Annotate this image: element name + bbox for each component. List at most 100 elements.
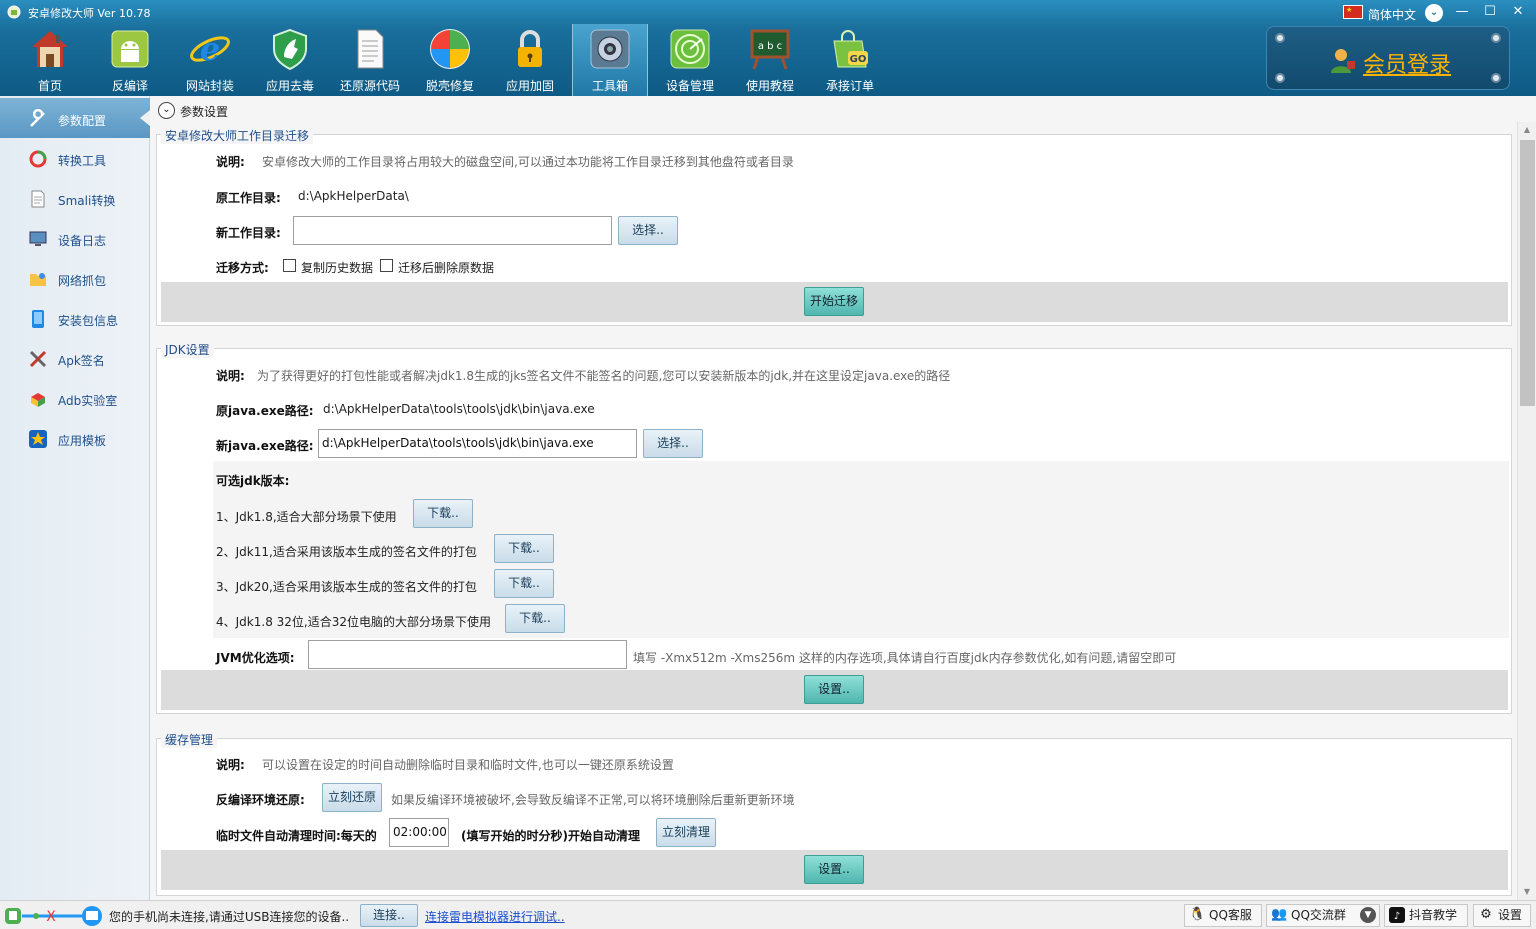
jdk-versions-panel: 可选jdk版本: 1、Jdk1.8,适合大部分场景下使用 下载.. 2、Jdk1…: [213, 461, 1509, 638]
connection-diagram-icon: X: [4, 906, 104, 929]
maximize-button[interactable]: ☐: [1477, 2, 1503, 22]
toolbar-orders-button[interactable]: GO 承接订单: [812, 24, 888, 96]
lock-icon: [508, 27, 552, 71]
sidebar-item-smali[interactable]: Smali转换: [0, 178, 150, 218]
download-jdk20-button[interactable]: 下载..: [494, 569, 554, 598]
douyin-icon: ♪: [1389, 907, 1405, 923]
sidebar-item-device-log[interactable]: 设备日志: [0, 218, 150, 258]
status-bar: X 您的手机尚未连接,请通过USB连接您的设备.. 连接.. 连接雷电模拟器进行…: [0, 900, 1536, 929]
toolbar-toolbox-button[interactable]: 工具箱: [572, 24, 648, 96]
svg-text:GO: GO: [850, 54, 867, 65]
sidebar-item-label: 应用模板: [58, 434, 107, 448]
copy-history-checkbox[interactable]: [283, 259, 296, 272]
qq-group-button[interactable]: 👥 QQ交流群 ▼: [1266, 904, 1380, 927]
toolbar-web-wrap-button[interactable]: e 网站封装: [172, 24, 248, 96]
qq-service-button[interactable]: 🐧 QQ客服: [1184, 904, 1262, 927]
group-legend: JDK设置: [161, 341, 214, 358]
desc-text: 可以设置在设定的时间自动删除临时目录和临时文件,也可以一键还原系统设置: [262, 758, 674, 772]
sidebar-item-label: 转换工具: [58, 154, 107, 168]
jvm-label: JVM优化选项:: [216, 651, 295, 665]
sidebar-item-app-template[interactable]: 应用模板: [0, 418, 150, 458]
gear-icon: ⚙: [1480, 907, 1492, 922]
douyin-button[interactable]: ♪ 抖音教学: [1384, 904, 1468, 927]
start-migrate-button[interactable]: 开始迁移: [804, 287, 864, 316]
toolbar-home-button[interactable]: 首页: [12, 24, 88, 96]
toolbar-label: 脱壳修复: [425, 79, 474, 93]
go-bag-icon: GO: [828, 27, 872, 71]
member-login-panel[interactable]: 会员登录: [1266, 26, 1510, 90]
sidebar-item-convert[interactable]: 转换工具: [0, 138, 150, 178]
sidebar-item-package-info[interactable]: 安装包信息: [0, 298, 150, 338]
jdk-set-button[interactable]: 设置..: [804, 675, 864, 704]
restore-now-button[interactable]: 立刻还原: [322, 783, 382, 812]
member-login-link[interactable]: 会员登录: [1363, 47, 1451, 79]
restore-hint: 如果反编译环境被破坏,会导致反编译不正常,可以将环境删除后重新更新环境: [391, 793, 795, 807]
toolbar-decompile-button[interactable]: 反编译: [92, 24, 168, 96]
connect-button[interactable]: 连接..: [360, 904, 418, 927]
toolbar-device-button[interactable]: 设备管理: [652, 24, 728, 96]
sidebar-item-apk-sign[interactable]: Apk签名: [0, 338, 150, 378]
toolbar-label: 首页: [37, 79, 62, 93]
vertical-scrollbar[interactable]: ▲ ▼: [1517, 122, 1536, 900]
sidebar-item-adb-lab[interactable]: Adb实验室: [0, 378, 150, 418]
language-select[interactable]: 简体中文: [1368, 6, 1416, 23]
emulator-link[interactable]: 连接雷电模拟器进行调试..: [425, 908, 565, 925]
clean-hint: (填写开始的时分秒)开始自动清理: [461, 829, 640, 843]
collapse-chevron-icon[interactable]: ⌄: [158, 102, 175, 119]
settings-label: 设置: [1498, 908, 1523, 922]
sidebar-item-capture[interactable]: 网络抓包: [0, 258, 150, 298]
minimize-button[interactable]: —: [1449, 2, 1475, 22]
toolbar-antivirus-button[interactable]: 应用去毒: [252, 24, 328, 96]
jvm-options-input[interactable]: [308, 640, 627, 669]
connection-status-text: 您的手机尚未连接,请通过USB连接您的设备..: [109, 910, 350, 924]
toolbar-label: 网站封装: [185, 79, 234, 93]
toolbar-label: 承接订单: [825, 79, 874, 93]
section-title: 参数设置: [180, 105, 229, 119]
clean-time-input[interactable]: 02:00:00: [389, 818, 449, 847]
copy-history-label: 复制历史数据: [301, 261, 374, 275]
desc-label: 说明:: [216, 369, 245, 383]
sidebar: 参数配置 转换工具 Smali转换 设备日志 网络抓包 安装包信息 Apk签名 …: [0, 96, 150, 900]
toolbox-icon: [588, 27, 632, 71]
scroll-down-icon[interactable]: ▼: [1518, 884, 1536, 900]
tools-icon: [28, 349, 48, 369]
delete-original-checkbox[interactable]: [380, 259, 393, 272]
clean-now-button[interactable]: 立刻清理: [656, 818, 716, 847]
cache-group: 缓存管理 说明: 可以设置在设定的时间自动删除临时目录和临时文件,也可以一键还原…: [156, 731, 1512, 896]
download-jdk18-button[interactable]: 下载..: [413, 499, 473, 528]
svg-text:♪: ♪: [1394, 911, 1400, 922]
choose-dir-button[interactable]: 选择..: [618, 216, 678, 245]
toolbar-harden-button[interactable]: 应用加固: [492, 24, 568, 96]
settings-button[interactable]: ⚙ 设置: [1473, 904, 1531, 927]
download-jdk18-32-button[interactable]: 下载..: [505, 604, 565, 633]
new-java-label: 新java.exe路径:: [216, 439, 314, 453]
cache-set-button[interactable]: 设置..: [804, 855, 864, 884]
toolbar-label: 应用加固: [505, 79, 554, 93]
old-dir-label: 原工作目录:: [216, 191, 281, 205]
svg-text:e: e: [200, 30, 220, 68]
toolbar-label: 使用教程: [745, 79, 794, 93]
scroll-up-icon[interactable]: ▲: [1518, 122, 1536, 138]
windows-icon: [428, 27, 472, 71]
toolbar-tutorial-button[interactable]: a b c 使用教程: [732, 24, 808, 96]
chevron-down-icon[interactable]: ⌄: [1425, 4, 1443, 22]
new-dir-input[interactable]: [293, 216, 612, 245]
title-bar: 安卓修改大师 Ver 10.78 简体中文 ⌄ — ☐ ✕: [0, 0, 1536, 24]
new-java-input[interactable]: d:\ApkHelperData\tools\tools\jdk\bin\jav…: [318, 429, 637, 458]
sidebar-item-params[interactable]: 参数配置: [0, 98, 150, 138]
toolbar-source-button[interactable]: 还原源代码: [332, 24, 408, 96]
jdk-group: JDK设置 说明: 为了获得更好的打包性能或者解决jdk1.8生成的jks签名文…: [156, 341, 1512, 714]
close-button[interactable]: ✕: [1505, 2, 1531, 22]
toolbar-unpack-button[interactable]: 脱壳修复: [412, 24, 488, 96]
download-jdk11-button[interactable]: 下载..: [494, 534, 554, 563]
file-icon: [28, 189, 48, 209]
qq-service-label: QQ客服: [1209, 908, 1252, 922]
desc-text: 安卓修改大师的工作目录将占用较大的磁盘空间,可以通过本功能将工作目录迁移到其他盘…: [262, 155, 794, 169]
choose-java-button[interactable]: 选择..: [643, 429, 703, 458]
scroll-thumb[interactable]: [1520, 140, 1535, 406]
sidebar-item-label: 设备日志: [58, 234, 107, 248]
jdk-version-text: 2、Jdk11,适合采用该版本生成的签名文件的打包: [216, 545, 477, 559]
window-title: 安卓修改大师 Ver 10.78: [28, 7, 151, 20]
chevron-down-icon[interactable]: ▼: [1360, 907, 1376, 923]
rivet-dot: [1275, 73, 1285, 83]
